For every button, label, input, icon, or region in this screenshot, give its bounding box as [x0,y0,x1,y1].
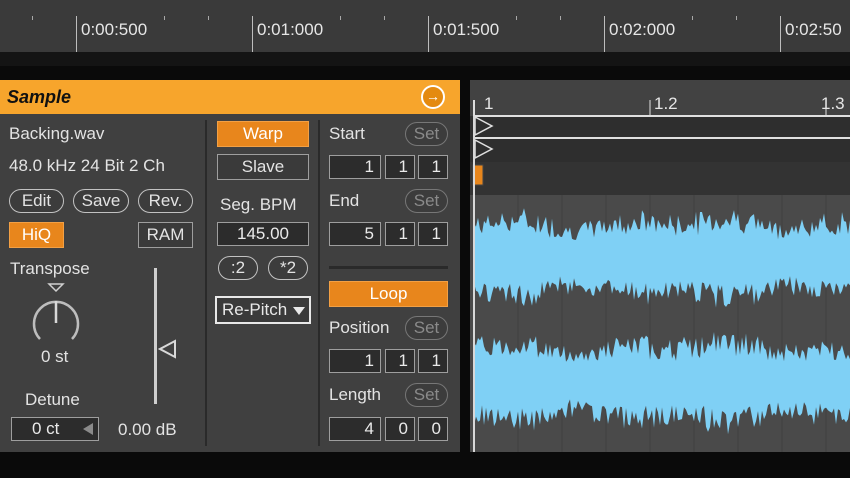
detune-value: 0 ct [32,419,60,438]
half-tempo-button[interactable]: :2 [218,256,258,280]
end-set-button[interactable]: Set [405,189,448,213]
ruler-minor-tick [692,16,693,20]
sample-panel: Sample → Backing.wav 48.0 kHz 24 Bit 2 C… [0,80,460,452]
position-label: Position [329,318,390,337]
column-divider [205,120,207,446]
hiq-button[interactable]: HiQ [9,222,64,248]
ruler-minor-tick [560,16,561,20]
ruler-tick [780,16,781,52]
transpose-value: 0 st [41,347,69,366]
seg-bpm-field[interactable]: 145.00 [217,222,309,246]
end-bar-field[interactable]: 5 [329,222,381,246]
start-bar-field[interactable]: 1 [329,155,381,179]
position-set-button[interactable]: Set [405,316,448,340]
warp-button[interactable]: Warp [217,121,309,147]
length-beat-field[interactable]: 0 [385,417,415,441]
volume-value: 0.00 dB [118,420,177,439]
transpose-knob[interactable] [28,283,84,349]
loop-button[interactable]: Loop [329,281,448,307]
sample-filename: Backing.wav [9,124,105,143]
position-sixteenth-field[interactable]: 1 [418,349,448,373]
ruler-minor-tick [516,16,517,20]
warp-mode-value: Re-Pitch [222,300,288,319]
volume-slider-track[interactable] [154,268,157,404]
slave-button[interactable]: Slave [217,154,309,180]
sample-waveform-display[interactable]: 1 1.2 1.3 [470,80,850,452]
length-label: Length [329,385,381,404]
start-sixteenth-field[interactable]: 1 [418,155,448,179]
ruler-label: 0:00:500 [81,20,148,39]
timeline-ruler[interactable]: 0:00:500 0:01:000 0:01:500 0:02:000 0:02… [0,0,850,52]
show-sample-icon[interactable]: → [421,85,445,109]
ruler-minor-tick [208,16,209,20]
ruler-minor-tick [384,16,385,20]
start-beat-field[interactable]: 1 [385,155,415,179]
volume-slider-handle-icon[interactable] [158,339,178,359]
ruler-label: 0:02:50 [785,20,842,39]
beat-label: 1.2 [654,94,678,113]
transpose-marker-icon [47,283,65,293]
ruler-label: 0:01:500 [433,20,500,39]
end-beat-field[interactable]: 1 [385,222,415,246]
end-sixteenth-field[interactable]: 1 [418,222,448,246]
ruler-label: 0:01:000 [257,20,324,39]
dropdown-arrow-icon [293,307,305,315]
end-label: End [329,191,360,210]
length-bar-field[interactable]: 4 [329,417,381,441]
ruler-minor-tick [164,16,165,20]
length-set-button[interactable]: Set [405,383,448,407]
ruler-minor-tick [736,16,737,20]
loop-lane [470,162,850,195]
ram-button[interactable]: RAM [138,222,193,248]
position-bar-field[interactable]: 1 [329,349,381,373]
warp-mode-select[interactable]: Re-Pitch [215,296,311,324]
ruler-minor-tick [340,16,341,20]
position-beat-field[interactable]: 1 [385,349,415,373]
seg-bpm-label: Seg. BPM [220,195,297,214]
column-divider [318,120,320,446]
edit-button[interactable]: Edit [9,189,64,213]
transpose-label: Transpose [10,259,90,278]
reverse-button[interactable]: Rev. [138,189,193,213]
length-sixteenth-field[interactable]: 0 [418,417,448,441]
ruler-tick [76,16,77,52]
track-separator [0,52,850,66]
sample-title-bar: Sample → [0,80,460,114]
ruler-label: 0:02:000 [609,20,676,39]
ruler-tick [252,16,253,52]
detune-arrow-icon [83,423,93,435]
sample-title: Sample [7,87,72,107]
double-tempo-button[interactable]: *2 [268,256,308,280]
beat-label: 1 [484,94,494,113]
ruler-minor-tick [32,16,33,20]
save-button[interactable]: Save [73,189,129,213]
ruler-tick [604,16,605,52]
waveform-canvas[interactable] [470,80,850,452]
divider [329,266,448,269]
ruler-tick [428,16,429,52]
start-set-button[interactable]: Set [405,122,448,146]
start-label: Start [329,124,365,143]
detune-label: Detune [25,390,80,409]
beat-label: 1.3 [821,94,845,113]
detune-field[interactable]: 0 ct [11,417,99,441]
sample-format: 48.0 kHz 24 Bit 2 Ch [9,156,165,175]
